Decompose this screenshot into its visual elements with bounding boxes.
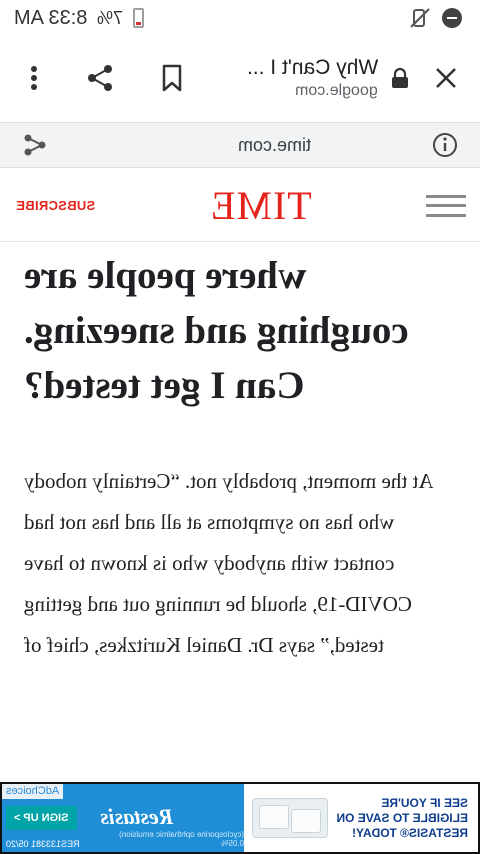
menu-line: [426, 204, 466, 207]
product-image: [252, 798, 328, 838]
ad-cta-text: SEE IF YOU'RE ELIGIBLE TO SAVE ON RESTAS…: [336, 795, 468, 840]
subscribe-label: SUBSCRIBE: [16, 198, 96, 213]
url-bar[interactable]: time.com: [0, 122, 480, 168]
subscribe-link[interactable]: SUBSCRIBE: [16, 198, 95, 213]
article-body[interactable]: where people are coughing and sneezing. …: [0, 242, 480, 782]
battery-percent: 7%: [97, 7, 124, 28]
time-logo[interactable]: TIME: [210, 182, 312, 229]
menu-line: [426, 194, 466, 198]
url-value: time.com: [238, 134, 312, 155]
site-header: SUBSCRIBE TIME: [0, 170, 480, 242]
url-text: time.com: [238, 135, 311, 156]
ad-brand-panel[interactable]: AdChoices SIGN UP > Restasis (cyclospori…: [2, 784, 244, 852]
signup-label: SIGN UP >: [14, 812, 69, 824]
share-icon[interactable]: [80, 58, 120, 98]
do-not-disturb-icon: [442, 8, 462, 28]
title-block[interactable]: Why Can't I ... google.com: [192, 56, 388, 100]
status-left: 8:33 AM 7%: [14, 6, 145, 30]
page-title: Why Can't I ...: [192, 56, 378, 80]
vibrate-off-icon: [410, 8, 430, 28]
ad-banner[interactable]: AdChoices SIGN UP > Restasis (cyclospori…: [0, 782, 480, 854]
status-bar: 8:33 AM 7%: [0, 0, 480, 36]
battery-icon: [133, 8, 145, 28]
status-right: [408, 6, 462, 30]
status-time: 8:33 AM: [14, 6, 88, 29]
adchoices-link[interactable]: AdChoices: [2, 784, 64, 799]
ad-code: RES133381 05/20: [6, 839, 80, 849]
info-icon[interactable]: [432, 132, 458, 158]
more-vert-icon[interactable]: [14, 58, 54, 98]
page-title-text: Why Can't I ...: [246, 56, 378, 79]
ad-cta-panel[interactable]: SEE IF YOU'RE ELIGIBLE TO SAVE ON RESTAS…: [244, 784, 478, 852]
share-icon[interactable]: [22, 132, 48, 158]
article-headline: where people are coughing and sneezing. …: [24, 254, 409, 407]
page-domain: google.com: [192, 82, 378, 100]
page-domain-text: google.com: [295, 82, 378, 99]
adchoices-label: AdChoices: [6, 785, 60, 797]
ad-brand-logo: Restasis: [100, 804, 174, 829]
ad-brand-subtitle: (cyclosporine ophthalmic emulsion) 0.05%: [119, 830, 244, 848]
menu-line: [426, 213, 466, 217]
screen: 8:33 AM 7% Why Can't I ... google.com ti…: [0, 0, 480, 854]
article-paragraph: At the moment, probably not. “Certainly …: [24, 469, 434, 657]
hamburger-menu-icon[interactable]: [426, 194, 466, 217]
lock-icon: [388, 58, 412, 98]
signup-button[interactable]: SIGN UP >: [6, 806, 77, 830]
bookmark-icon[interactable]: [152, 58, 192, 98]
close-icon[interactable]: [426, 58, 466, 98]
custom-tab-toolbar: Why Can't I ... google.com: [0, 40, 480, 116]
